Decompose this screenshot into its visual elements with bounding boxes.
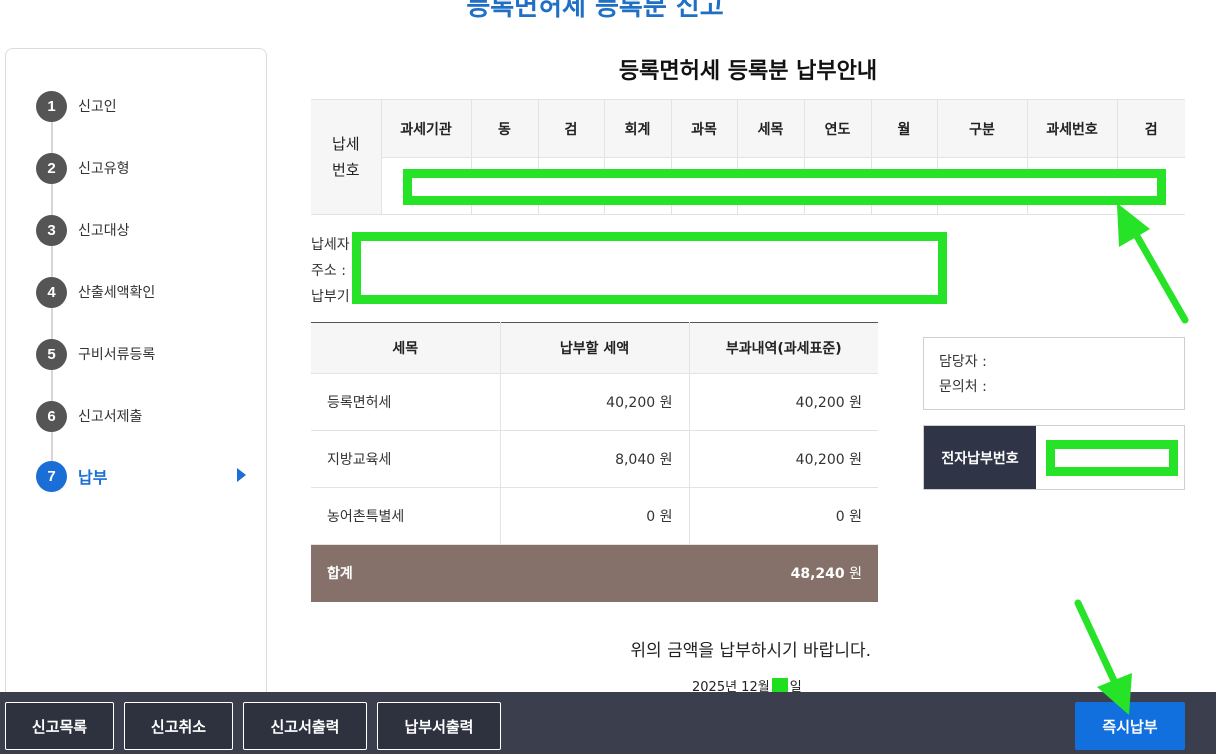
step-navigation: 1 신고인 2 신고유형 3 신고대상 4 산출세액확인 5 구비서류등록 6 …: [5, 48, 267, 728]
step-number: 2: [36, 152, 67, 184]
payment-notice: 위의 금액을 납부하시기 바랍니다.: [630, 641, 871, 661]
step-number: 7: [36, 460, 67, 492]
payment-due-label: 납부기: [311, 289, 350, 305]
table-row: 지방교육세 8,040 원 40,200 원: [311, 430, 878, 488]
step-label: 신고인: [78, 99, 117, 115]
step-label: 신고서제출: [78, 409, 143, 425]
column-header: 세목: [736, 99, 805, 158]
redaction-box-payer-info: [352, 232, 947, 304]
payer-address-label: 주소 :: [311, 263, 346, 279]
tax-basis-cell: 0 원: [688, 487, 878, 545]
annotation-arrow-icon: [1117, 203, 1189, 324]
step-number: 6: [36, 400, 67, 432]
tax-basis-cell: 40,200 원: [688, 430, 878, 488]
step-label: 신고대상: [78, 223, 130, 239]
payer-name-label: 납세자: [311, 237, 350, 253]
total-label: 합계: [311, 544, 501, 602]
step-item-7-current: 7 납부: [36, 460, 246, 492]
inquiry-label: 문의처 :: [939, 379, 987, 395]
row-header-line: 번호: [331, 161, 360, 179]
step-item-4: 4 산출세액확인: [36, 276, 246, 308]
step-item-5: 5 구비서류등록: [36, 338, 246, 370]
column-header: 회계: [603, 99, 672, 158]
column-header: 부과내역(과세표준): [688, 322, 878, 374]
step-number: 1: [36, 90, 67, 122]
column-header: 검: [1116, 99, 1185, 158]
current-step-arrow-icon: [237, 468, 246, 482]
step-item-3: 3 신고대상: [36, 214, 246, 246]
step-item-1: 1 신고인: [36, 90, 246, 122]
tax-amount-cell: 40,200 원: [499, 373, 690, 431]
step-label: 구비서류등록: [78, 347, 156, 363]
report-list-button[interactable]: 신고목록: [5, 702, 114, 750]
section-title: 등록면허세 등록분 납부안내: [618, 59, 878, 84]
column-header: 과세번호: [1026, 99, 1118, 158]
page-title: 등록면허세 등록분 신고: [466, 0, 724, 22]
step-number: 4: [36, 276, 67, 308]
column-header: 동: [470, 99, 539, 158]
column-header: 과목: [670, 99, 738, 158]
electronic-payment-number-label: 전자납부번호: [924, 426, 1036, 489]
tax-item-name: 등록면허세: [311, 373, 501, 431]
manager-label: 담당자 :: [939, 354, 987, 370]
tax-amount-cell: 8,040 원: [499, 430, 690, 488]
step-number: 5: [36, 338, 67, 370]
tax-basis-cell: 40,200 원: [688, 373, 878, 431]
payer-info: 납세자 주소 : 납부기: [311, 232, 350, 310]
column-header: 세목: [311, 322, 501, 374]
column-header: 납부할 세액: [499, 322, 690, 374]
tax-amount-cell: 0 원: [499, 487, 690, 545]
column-header: 과세기관: [380, 99, 472, 158]
row-header-line: 납세: [331, 135, 360, 153]
redaction-box-payment-number: [1046, 440, 1178, 476]
step-item-2: 2 신고유형: [36, 152, 246, 184]
column-header: 연도: [803, 99, 872, 158]
step-number: 3: [36, 214, 67, 246]
step-label: 신고유형: [78, 161, 130, 177]
tax-number-row-header: 납세 번호: [311, 99, 382, 215]
total-row: 합계 48,240 원: [311, 544, 878, 602]
step-item-6: 6 신고서제출: [36, 400, 246, 432]
print-report-button[interactable]: 신고서출력: [243, 702, 367, 750]
column-header: 월: [870, 99, 938, 158]
column-header: 검: [537, 99, 605, 158]
contact-info-box: 담당자 : 문의처 :: [923, 337, 1185, 410]
step-label: 납부: [78, 468, 108, 487]
bottom-action-bar: 신고목록 신고취소 신고서출력 납부서출력 즉시납부: [0, 692, 1216, 754]
print-payment-slip-button[interactable]: 납부서출력: [377, 702, 501, 750]
redaction-box-tax-number: [403, 169, 1166, 205]
total-amount: 48,240 원: [499, 544, 878, 602]
table-row: 등록면허세 40,200 원 40,200 원: [311, 373, 878, 431]
step-label: 산출세액확인: [78, 285, 156, 301]
pay-now-button[interactable]: 즉시납부: [1075, 702, 1185, 750]
tax-amount-table: 세목 납부할 세액 부과내역(과세표준) 등록면허세 40,200 원 40,2…: [311, 322, 878, 602]
column-header: 구분: [936, 99, 1028, 158]
table-row: 농어촌특별세 0 원 0 원: [311, 487, 878, 545]
tax-item-name: 지방교육세: [311, 430, 501, 488]
cancel-report-button[interactable]: 신고취소: [124, 702, 233, 750]
tax-item-name: 농어촌특별세: [311, 487, 501, 545]
